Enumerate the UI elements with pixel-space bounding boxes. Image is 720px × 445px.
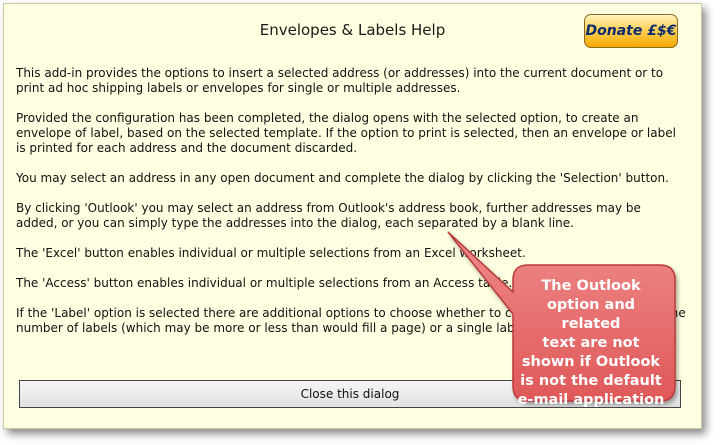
callout-line: is not the default — [520, 373, 662, 389]
callout-note: The Outlook option and related text are … — [516, 277, 666, 410]
callout-line: The Outlook — [541, 278, 641, 294]
callout-line: text are not — [542, 335, 640, 351]
callout-line: e-mail application — [517, 392, 665, 408]
callout-line: option and related — [546, 297, 636, 332]
callout-line: shown if Outlook — [521, 354, 661, 370]
